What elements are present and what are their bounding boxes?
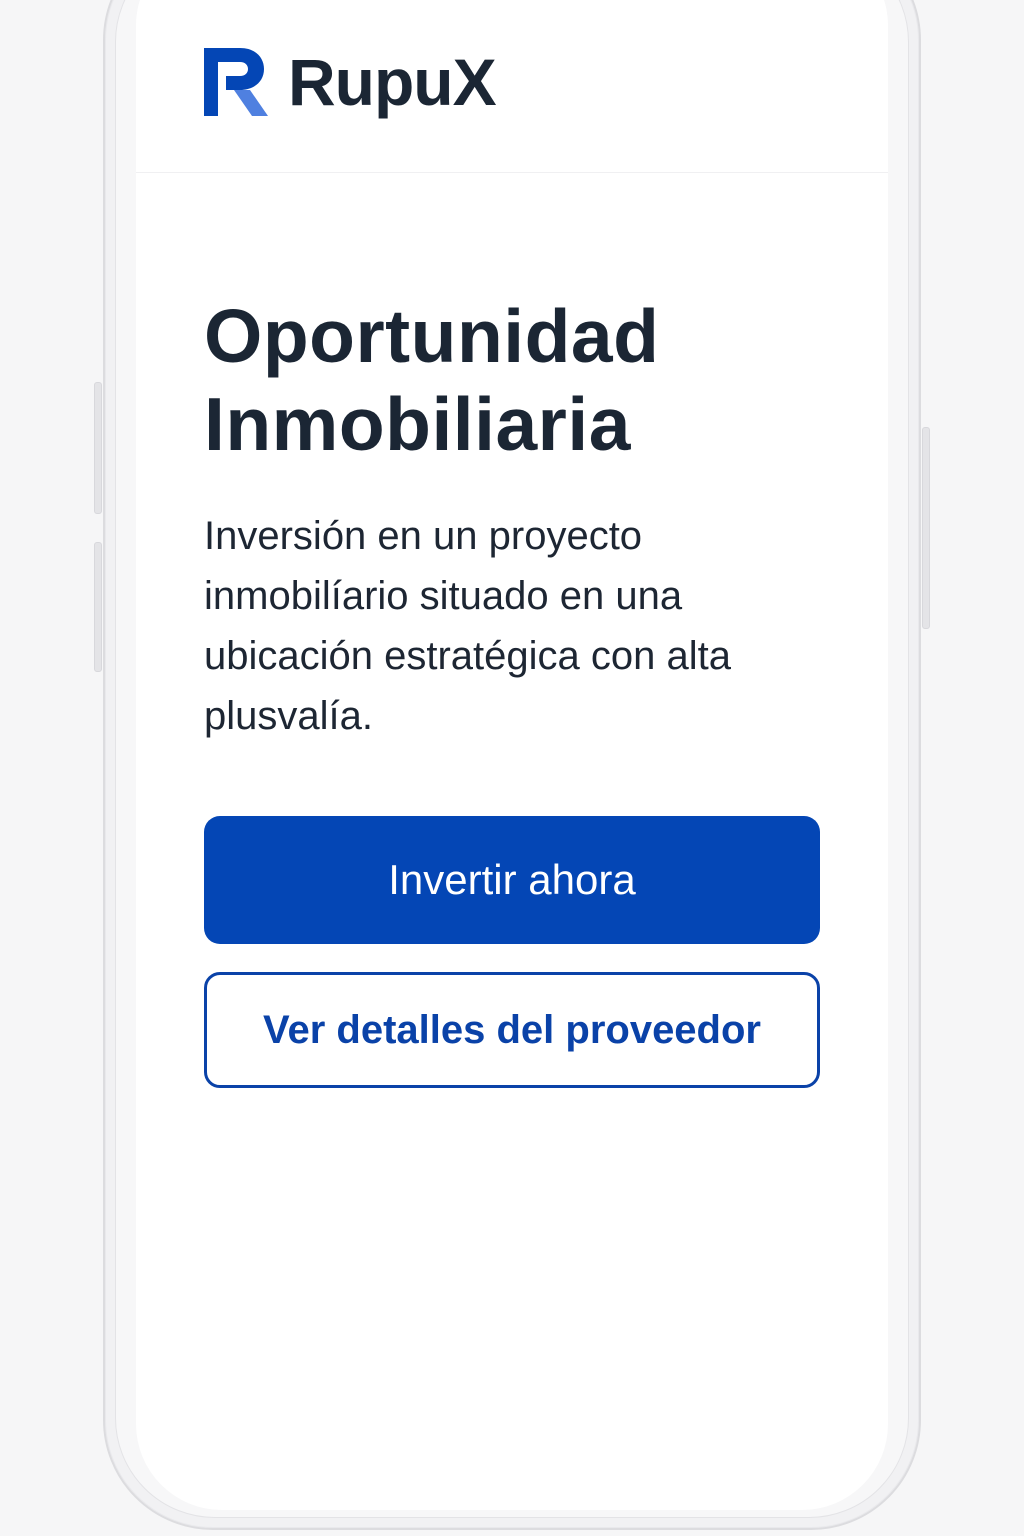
power-button — [922, 427, 930, 629]
page-title-line-1: Oportunidad — [204, 294, 660, 378]
volume-down-button — [94, 542, 102, 672]
device-mockup: RupuX Oportunidad Inmobiliaria Inversión… — [0, 0, 1024, 1536]
description-line: Inversión en un proyecto — [204, 514, 643, 558]
project-description: Inversión en un proyecto inmobilíario si… — [204, 506, 844, 746]
brand-name: RupuX — [288, 45, 497, 119]
invest-now-label: Invertir ahora — [388, 856, 636, 903]
provider-details-button[interactable]: Ver detalles del proveedor — [204, 972, 820, 1088]
provider-details-label: Ver detalles del proveedor — [263, 1007, 761, 1052]
page-title-line-2: Inmobiliaria — [204, 382, 631, 466]
invest-now-button[interactable]: Invertir ahora — [204, 816, 820, 944]
brand-logo[interactable]: RupuX — [204, 45, 497, 119]
description-line: plusvalía. — [204, 694, 373, 738]
app-screen: RupuX Oportunidad Inmobiliaria Inversión… — [136, 0, 888, 1510]
volume-up-button — [94, 382, 102, 514]
page-title: Oportunidad Inmobiliaria — [204, 292, 844, 468]
description-line: inmobilíario situado en una — [204, 574, 683, 618]
rupux-r-logo-icon — [204, 48, 268, 116]
description-line: ubicación estratégica con alta — [204, 634, 731, 678]
